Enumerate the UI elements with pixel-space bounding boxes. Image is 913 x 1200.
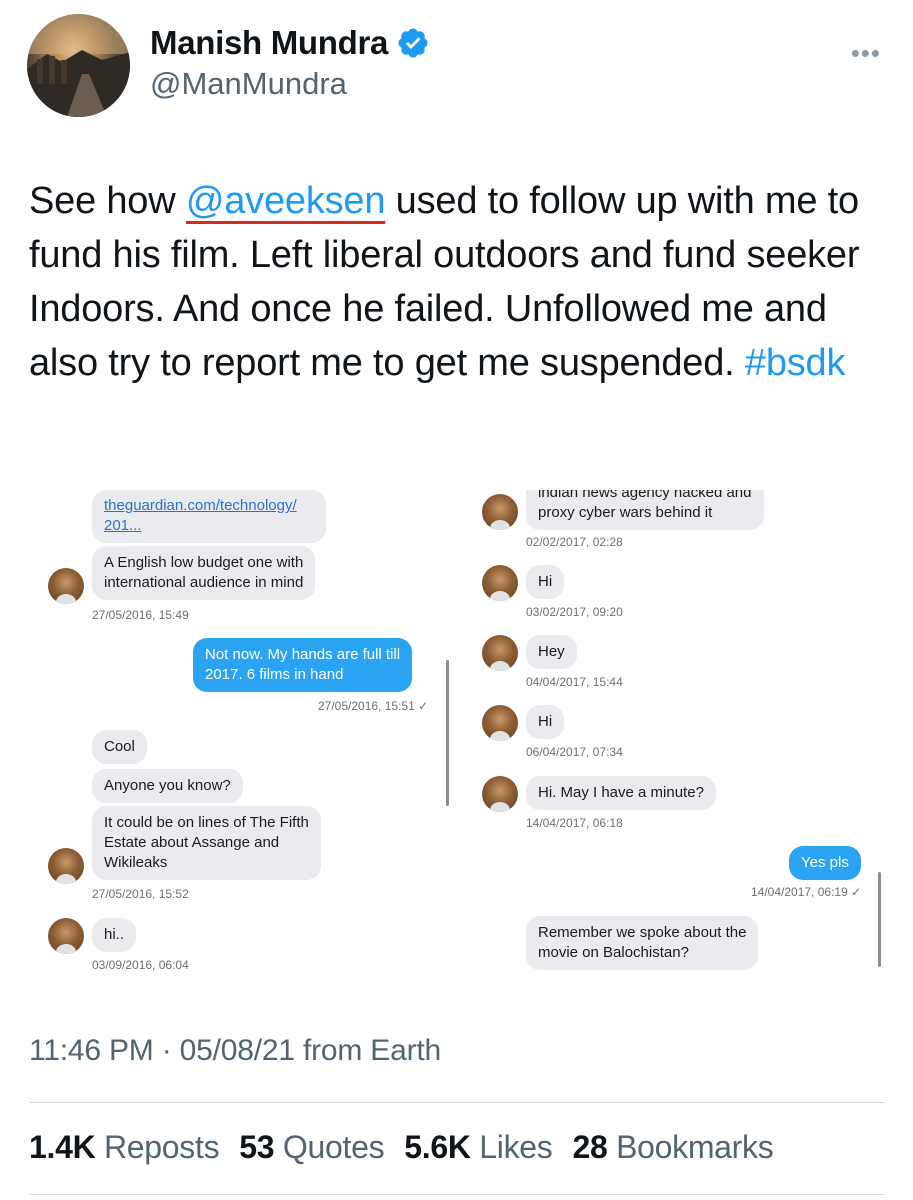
author-handle[interactable]: @ManMundra [150,66,347,102]
likes-count: 5.6K [404,1129,471,1165]
reposts-label: Reposts [104,1129,220,1165]
message-timestamp: 02/02/2017, 02:28 [526,535,623,549]
tweet-timestamp[interactable]: 11:46 PM · 05/08/21 from Earth [29,1034,441,1068]
message-timestamp: 04/04/2017, 15:44 [526,675,623,689]
bookmarks-label: Bookmarks [616,1129,774,1165]
reposts-count: 1.4K [29,1129,96,1165]
quotes-count: 53 [239,1129,275,1165]
chat-message: Anyone you know? [92,769,243,803]
chat-message-line: It could be on lines of The Fifth [104,814,309,831]
chat-screenshot-right[interactable]: indian news agency hacked and proxy cybe… [464,490,884,980]
author-avatar[interactable] [27,14,130,117]
chat-scrollbar[interactable] [878,872,881,967]
more-options-icon[interactable]: ••• [851,38,881,69]
chat-message: Remember we spoke about the movie on Bal… [526,916,759,970]
contact-avatar [48,848,84,884]
tweet-prefix: See how [29,180,186,222]
chat-message: Hey [526,635,577,669]
chat-message: hi.. [92,918,137,952]
sent-message: Not now. My hands are full till 2017. 6 … [193,638,413,692]
author-name-text: Manish Mundra [150,24,389,61]
chat-message: Hi [526,705,565,739]
quotes-stat[interactable]: 53 Quotes [239,1129,384,1166]
reposts-stat[interactable]: 1.4K Reposts [29,1129,220,1166]
chat-scrollbar[interactable] [446,660,449,806]
likes-stat[interactable]: 5.6K Likes [404,1129,553,1166]
author-name[interactable]: Manish Mundra [150,24,430,62]
chat-message: Hi [526,565,565,599]
message-timestamp: 06/04/2017, 07:34 [526,745,623,759]
chat-message-line: A English low budget one with [104,554,304,571]
contact-avatar [48,918,84,954]
link-bubble: theguardian.com/technology/ 201... [92,490,326,543]
chat-message-line: international audience in mind [104,574,304,591]
sent-message-line: Not now. My hands are full till [205,646,401,663]
chat-message-line: proxy cyber wars behind it [538,504,713,521]
contact-avatar [482,635,518,671]
likes-label: Likes [479,1129,553,1165]
engagement-stats: 1.4K Reposts 53 Quotes 5.6K Likes 28 Boo… [29,1129,774,1166]
chat-message-line: Estate about Assange and [104,834,280,851]
divider [29,1102,885,1103]
guardian-link[interactable]: theguardian.com/technology/ [104,497,297,514]
quotes-label: Quotes [282,1129,385,1165]
contact-avatar [48,568,84,604]
contact-avatar [482,565,518,601]
chat-message-line: Wikileaks [104,854,168,871]
avatar-photo-icon [27,14,130,117]
message-timestamp: 14/04/2017, 06:18 [526,816,623,830]
message-timestamp: 27/05/2016, 15:51 ✓ [318,699,429,713]
guardian-link-cont[interactable]: 201... [104,517,142,534]
chat-message-line: movie on Balochistan? [538,944,689,961]
chat-message: indian news agency hacked and proxy cybe… [526,490,764,530]
chat-screenshot-left[interactable]: theguardian.com/technology/ 201... A Eng… [28,490,452,980]
sent-message: Yes pls [789,846,861,880]
chat-message: Cool [92,730,147,764]
sent-message-line: 2017. 6 films in hand [205,666,344,683]
contact-avatar [482,776,518,812]
mention-link[interactable]: @aveeksen [186,180,386,222]
message-timestamp: 03/02/2017, 09:20 [526,605,623,619]
verified-badge-icon [398,28,428,58]
contact-avatar [482,705,518,741]
hashtag-link[interactable]: #bsdk [745,342,846,384]
contact-avatar [482,494,518,530]
chat-message: A English low budget one with internatio… [92,546,316,600]
chat-message-line: indian news agency hacked and [538,490,752,501]
message-timestamp: 14/04/2017, 06:19 ✓ [751,885,862,899]
message-timestamp: 27/05/2016, 15:49 [92,608,189,622]
divider [29,1194,885,1195]
tweet-text: See how @aveeksen used to follow up with… [29,174,889,390]
chat-message-line: Remember we spoke about the [538,924,747,941]
chat-message: It could be on lines of The Fifth Estate… [92,806,321,880]
bookmarks-count: 28 [572,1129,608,1165]
message-timestamp: 27/05/2016, 15:52 [92,887,189,901]
chat-message: Hi. May I have a minute? [526,776,716,810]
message-timestamp: 03/09/2016, 06:04 [92,958,189,972]
bookmarks-stat[interactable]: 28 Bookmarks [572,1129,773,1166]
